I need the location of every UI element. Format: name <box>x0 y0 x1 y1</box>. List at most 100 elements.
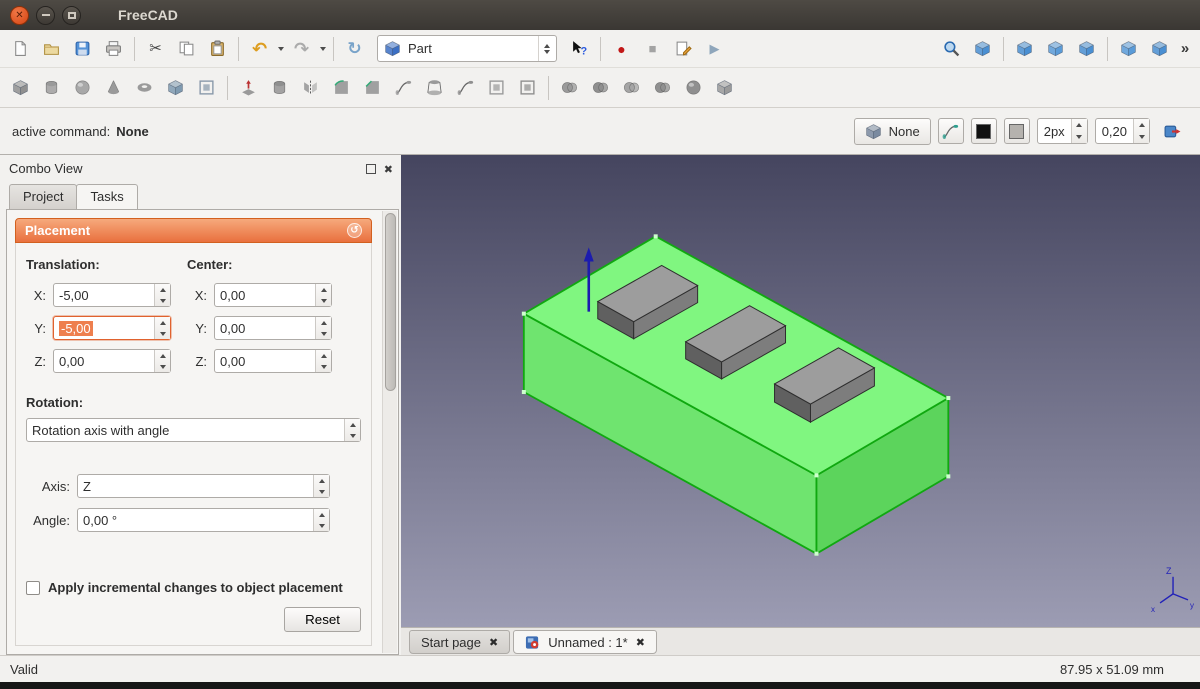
dock-float-button[interactable] <box>366 164 376 174</box>
sphere-button[interactable] <box>67 72 98 103</box>
redo-button[interactable]: ↷ <box>286 33 317 64</box>
line-color-swatch[interactable] <box>971 118 997 144</box>
collapse-section-icon[interactable]: ↺ <box>347 223 362 238</box>
window-maximize-button[interactable] <box>62 6 81 25</box>
fit-all-button[interactable] <box>936 33 967 64</box>
loft-icon <box>426 79 443 96</box>
toolbar-overflow-button[interactable]: » <box>1175 33 1195 64</box>
tasks-scrollbar[interactable] <box>382 211 397 653</box>
spin-arrows[interactable] <box>313 509 329 531</box>
tab-tasks[interactable]: Tasks <box>76 184 137 209</box>
primitives-button[interactable] <box>160 72 191 103</box>
translation-x-input[interactable]: -5,00 <box>53 283 171 307</box>
translation-z-input[interactable]: 0,00 <box>53 349 171 373</box>
close-tab-icon[interactable]: ✖ <box>489 636 498 649</box>
compound-button[interactable] <box>709 72 740 103</box>
translation-y-input[interactable]: -5,00 <box>53 316 171 340</box>
line-width-spinbox[interactable]: 2px <box>1037 118 1088 144</box>
fillet-button[interactable] <box>326 72 357 103</box>
paste-button[interactable] <box>202 33 233 64</box>
scrollbar-thumb[interactable] <box>385 213 396 391</box>
ruled-surface-button[interactable] <box>388 72 419 103</box>
redo-dropdown[interactable] <box>317 33 328 64</box>
spin-arrows[interactable] <box>154 284 170 306</box>
dock-close-button[interactable]: ✖ <box>384 161 393 176</box>
sweep-button[interactable] <box>450 72 481 103</box>
thickness-button[interactable] <box>512 72 543 103</box>
rotation-mode-select[interactable]: Rotation axis with angle <box>26 418 361 442</box>
window-minimize-button[interactable] <box>36 6 55 25</box>
axonometric-view-button[interactable] <box>967 33 998 64</box>
section-button[interactable] <box>678 72 709 103</box>
left-view-button[interactable] <box>1144 33 1175 64</box>
center-z-input[interactable]: 0,00 <box>214 349 332 373</box>
offset-button[interactable] <box>481 72 512 103</box>
center-y-input[interactable]: 0,00 <box>214 316 332 340</box>
placement-section-header[interactable]: Placement ↺ <box>15 218 372 243</box>
undo-dropdown[interactable] <box>275 33 286 64</box>
draw-style-button[interactable]: None <box>854 118 931 145</box>
cone-button[interactable] <box>98 72 129 103</box>
axis-select[interactable]: Z <box>77 474 330 498</box>
face-color-swatch[interactable] <box>1004 118 1030 144</box>
workbench-selector-value: Part <box>408 41 432 56</box>
combo-arrows[interactable] <box>344 419 360 441</box>
window-close-button[interactable]: ✕ <box>10 6 29 25</box>
combo-arrows[interactable] <box>313 475 329 497</box>
macro-execute-button[interactable]: ▶ <box>699 33 730 64</box>
cut-button[interactable]: ✂ <box>140 33 171 64</box>
torus-button[interactable] <box>129 72 160 103</box>
loft-button[interactable] <box>419 72 450 103</box>
tab-start-page[interactable]: Start page ✖ <box>409 630 510 654</box>
cylinder-button[interactable] <box>36 72 67 103</box>
open-button[interactable] <box>36 33 67 64</box>
paste-icon <box>209 40 226 57</box>
macro-record-button[interactable]: ● <box>606 33 637 64</box>
workbench-selector[interactable]: Part <box>377 35 557 62</box>
center-x-input[interactable]: 0,00 <box>214 283 332 307</box>
incremental-checkbox[interactable] <box>26 581 40 595</box>
right-view-button[interactable] <box>1071 33 1102 64</box>
point-size-spinbox[interactable]: 0,20 <box>1095 118 1150 144</box>
extrude-button[interactable] <box>233 72 264 103</box>
spin-arrows[interactable] <box>315 284 331 306</box>
spin-arrows[interactable] <box>1071 119 1087 143</box>
angle-input[interactable]: 0,00 ° <box>77 508 330 532</box>
macro-stop-button[interactable]: ■ <box>637 33 668 64</box>
spin-arrows[interactable] <box>154 350 170 372</box>
mirror-button[interactable] <box>295 72 326 103</box>
refresh-button[interactable]: ↻ <box>339 33 370 64</box>
macro-edit-button[interactable] <box>668 33 699 64</box>
clipping-plane-button[interactable] <box>1157 116 1188 147</box>
spin-arrows[interactable] <box>315 350 331 372</box>
chamfer-button[interactable] <box>357 72 388 103</box>
undo-button[interactable]: ↶ <box>244 33 275 64</box>
spin-arrows[interactable] <box>1133 119 1149 143</box>
print-button[interactable] <box>98 33 129 64</box>
close-tab-icon[interactable]: ✖ <box>636 636 645 649</box>
z-label: Z: <box>187 354 207 369</box>
save-button[interactable] <box>67 33 98 64</box>
copy-button[interactable] <box>171 33 202 64</box>
revolve-button[interactable] <box>264 72 295 103</box>
bottom-view-button[interactable] <box>1113 33 1144 64</box>
new-button[interactable] <box>5 33 36 64</box>
tab-project[interactable]: Project <box>9 184 77 209</box>
spin-arrows[interactable] <box>154 317 170 339</box>
tab-unnamed-document[interactable]: Unnamed : 1* ✖ <box>513 630 657 654</box>
whats-this-button[interactable] <box>564 33 595 64</box>
intersection-button[interactable] <box>647 72 678 103</box>
union-button[interactable] <box>616 72 647 103</box>
3d-scene[interactable]: Z y x <box>401 155 1200 627</box>
reset-button[interactable]: Reset <box>284 607 361 632</box>
appearance-button[interactable] <box>938 118 964 144</box>
window-close-icon: ✕ <box>15 10 23 21</box>
shape-builder-button[interactable] <box>191 72 222 103</box>
front-view-button[interactable] <box>1009 33 1040 64</box>
top-view-button[interactable] <box>1040 33 1071 64</box>
spin-arrows[interactable] <box>315 317 331 339</box>
box-button[interactable] <box>5 72 36 103</box>
boolean-button[interactable] <box>554 72 585 103</box>
boolean-cut-button[interactable] <box>585 72 616 103</box>
3d-viewport[interactable]: Z y x <box>401 155 1200 627</box>
